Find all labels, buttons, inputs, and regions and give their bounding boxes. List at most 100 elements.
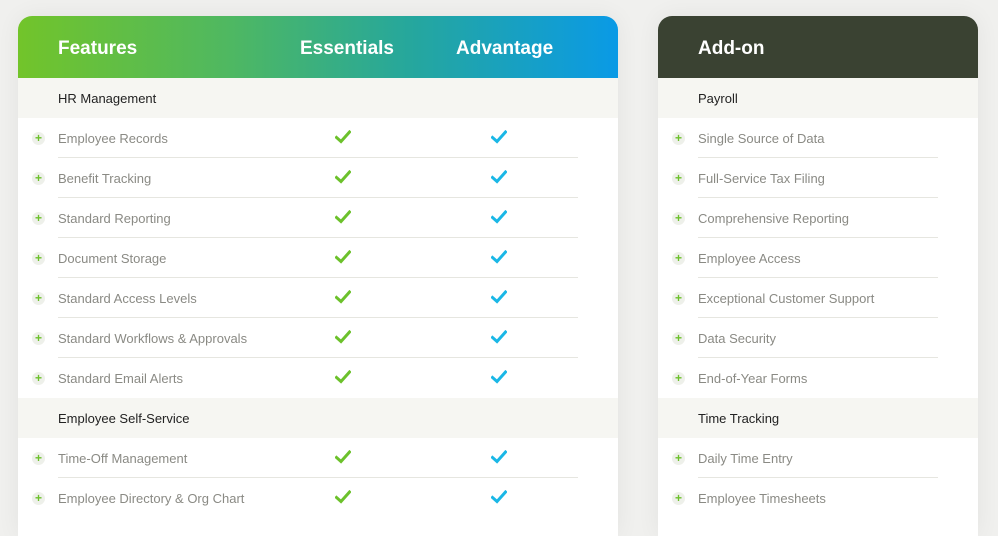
- category-label: Payroll: [698, 91, 738, 106]
- addon-table-body: Payroll + Single Source of Data + Full-Servi…: [658, 78, 978, 518]
- feature-row[interactable]: + Daily Time Entry: [658, 438, 978, 478]
- feature-row[interactable]: + Full-Service Tax Filing: [658, 158, 978, 198]
- advantage-included: [490, 169, 508, 184]
- plus-icon[interactable]: +: [672, 492, 685, 505]
- feature-label: Single Source of Data: [698, 131, 825, 146]
- category-row: Employee Self-Service: [18, 398, 618, 438]
- feature-label: Standard Email Alerts: [58, 371, 184, 386]
- addon-table: Add-on Payroll + Single Source of Data + Ful…: [658, 16, 978, 536]
- advantage-included: [490, 249, 508, 264]
- advantage-included: [490, 329, 508, 344]
- advantage-included: [490, 449, 508, 464]
- feature-row[interactable]: + Employee Timesheets: [658, 478, 978, 518]
- feature-row[interactable]: + Employee Directory & Org Chart: [18, 478, 618, 518]
- plus-icon[interactable]: +: [32, 292, 45, 305]
- check-icon: [334, 449, 352, 464]
- check-icon: [490, 369, 508, 384]
- category-row: HR Management: [18, 78, 618, 118]
- feature-row[interactable]: + Comprehensive Reporting: [658, 198, 978, 238]
- plus-icon[interactable]: +: [672, 212, 685, 225]
- plus-icon[interactable]: +: [672, 332, 685, 345]
- features-column-header: Features: [58, 38, 138, 59]
- plus-icon[interactable]: +: [32, 332, 45, 345]
- feature-row[interactable]: + Standard Access Levels: [18, 278, 618, 318]
- essentials-included: [334, 209, 352, 224]
- check-icon: [490, 489, 508, 504]
- feature-row[interactable]: + Standard Reporting: [18, 198, 618, 238]
- features-table-header: Features Essentials Advantage: [18, 16, 618, 78]
- feature-row[interactable]: + Employee Access: [658, 238, 978, 278]
- feature-row[interactable]: + Single Source of Data: [658, 118, 978, 158]
- check-icon: [490, 449, 508, 464]
- plus-icon[interactable]: +: [32, 132, 45, 145]
- plus-icon[interactable]: +: [32, 252, 45, 265]
- category-label: Employee Self-Service: [58, 411, 190, 426]
- category-row: Payroll: [658, 78, 978, 118]
- check-icon: [490, 169, 508, 184]
- features-table-body: HR Management + Employee Records + Benefit T…: [18, 78, 618, 518]
- feature-label: Daily Time Entry: [698, 451, 793, 466]
- advantage-included: [490, 369, 508, 384]
- advantage-column-header: Advantage: [456, 38, 554, 59]
- advantage-included: [490, 209, 508, 224]
- essentials-included: [334, 329, 352, 344]
- check-icon: [334, 329, 352, 344]
- feature-row[interactable]: + Standard Email Alerts: [18, 358, 618, 398]
- check-icon: [334, 489, 352, 504]
- plus-icon[interactable]: +: [672, 132, 685, 145]
- feature-label: Standard Workflows & Approvals: [58, 331, 248, 346]
- essentials-included: [334, 489, 352, 504]
- feature-row[interactable]: + End-of-Year Forms: [658, 358, 978, 398]
- advantage-included: [490, 129, 508, 144]
- check-icon: [334, 289, 352, 304]
- essentials-included: [334, 449, 352, 464]
- plus-icon[interactable]: +: [32, 172, 45, 185]
- feature-row[interactable]: + Employee Records: [18, 118, 618, 158]
- check-icon: [490, 129, 508, 144]
- addon-table-header: Add-on: [658, 16, 978, 78]
- plus-icon[interactable]: +: [672, 452, 685, 465]
- feature-label: Standard Access Levels: [58, 291, 197, 306]
- plus-icon[interactable]: +: [32, 492, 45, 505]
- check-icon: [334, 209, 352, 224]
- plus-icon[interactable]: +: [672, 372, 685, 385]
- plus-icon[interactable]: +: [672, 172, 685, 185]
- category-label: HR Management: [58, 91, 157, 106]
- plus-icon[interactable]: +: [32, 372, 45, 385]
- feature-row[interactable]: + Exceptional Customer Support: [658, 278, 978, 318]
- check-icon: [490, 289, 508, 304]
- feature-label: Comprehensive Reporting: [698, 211, 850, 226]
- feature-label: Document Storage: [58, 251, 167, 266]
- feature-row[interactable]: + Data Security: [658, 318, 978, 358]
- category-row: Time Tracking: [658, 398, 978, 438]
- check-icon: [334, 249, 352, 264]
- feature-label: Data Security: [698, 331, 777, 346]
- essentials-included: [334, 289, 352, 304]
- advantage-included: [490, 489, 508, 504]
- category-label: Time Tracking: [698, 411, 780, 426]
- essentials-column-header: Essentials: [300, 38, 394, 59]
- plus-icon[interactable]: +: [32, 452, 45, 465]
- features-comparison-table: Features Essentials Advantage HR Managem…: [18, 16, 618, 536]
- check-icon: [490, 249, 508, 264]
- feature-row[interactable]: + Standard Workflows & Approvals: [18, 318, 618, 358]
- check-icon: [334, 169, 352, 184]
- feature-label: Standard Reporting: [58, 211, 171, 226]
- feature-label: End-of-Year Forms: [698, 371, 808, 386]
- plus-icon[interactable]: +: [32, 212, 45, 225]
- feature-row[interactable]: + Time-Off Management: [18, 438, 618, 478]
- feature-label: Time-Off Management: [58, 451, 188, 466]
- plus-icon[interactable]: +: [672, 252, 685, 265]
- feature-label: Full-Service Tax Filing: [698, 171, 825, 186]
- plus-icon[interactable]: +: [672, 292, 685, 305]
- feature-label: Exceptional Customer Support: [698, 291, 875, 306]
- feature-row[interactable]: + Document Storage: [18, 238, 618, 278]
- check-icon: [490, 329, 508, 344]
- addon-column-header: Add-on: [698, 38, 765, 59]
- feature-label: Employee Access: [698, 251, 801, 266]
- essentials-included: [334, 129, 352, 144]
- feature-row[interactable]: + Benefit Tracking: [18, 158, 618, 198]
- feature-label: Benefit Tracking: [58, 171, 152, 186]
- essentials-included: [334, 369, 352, 384]
- essentials-included: [334, 169, 352, 184]
